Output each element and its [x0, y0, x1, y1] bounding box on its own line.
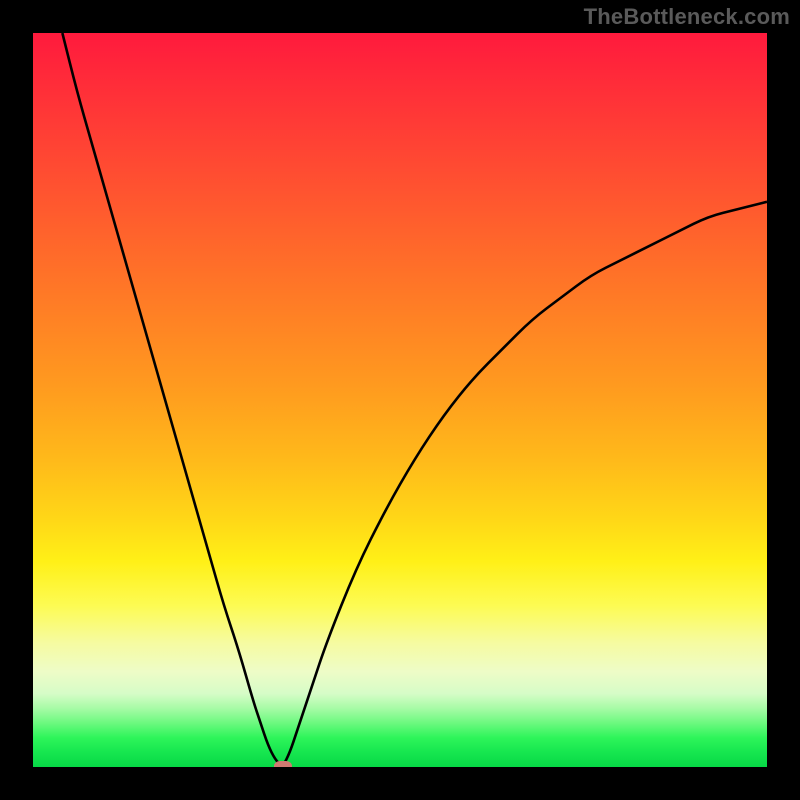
plot-area	[33, 33, 767, 767]
watermark-text: TheBottleneck.com	[584, 4, 790, 30]
chart-frame: TheBottleneck.com	[0, 0, 800, 800]
curve-path	[62, 33, 767, 765]
optimal-point-marker	[274, 761, 292, 767]
bottleneck-curve	[33, 33, 767, 767]
